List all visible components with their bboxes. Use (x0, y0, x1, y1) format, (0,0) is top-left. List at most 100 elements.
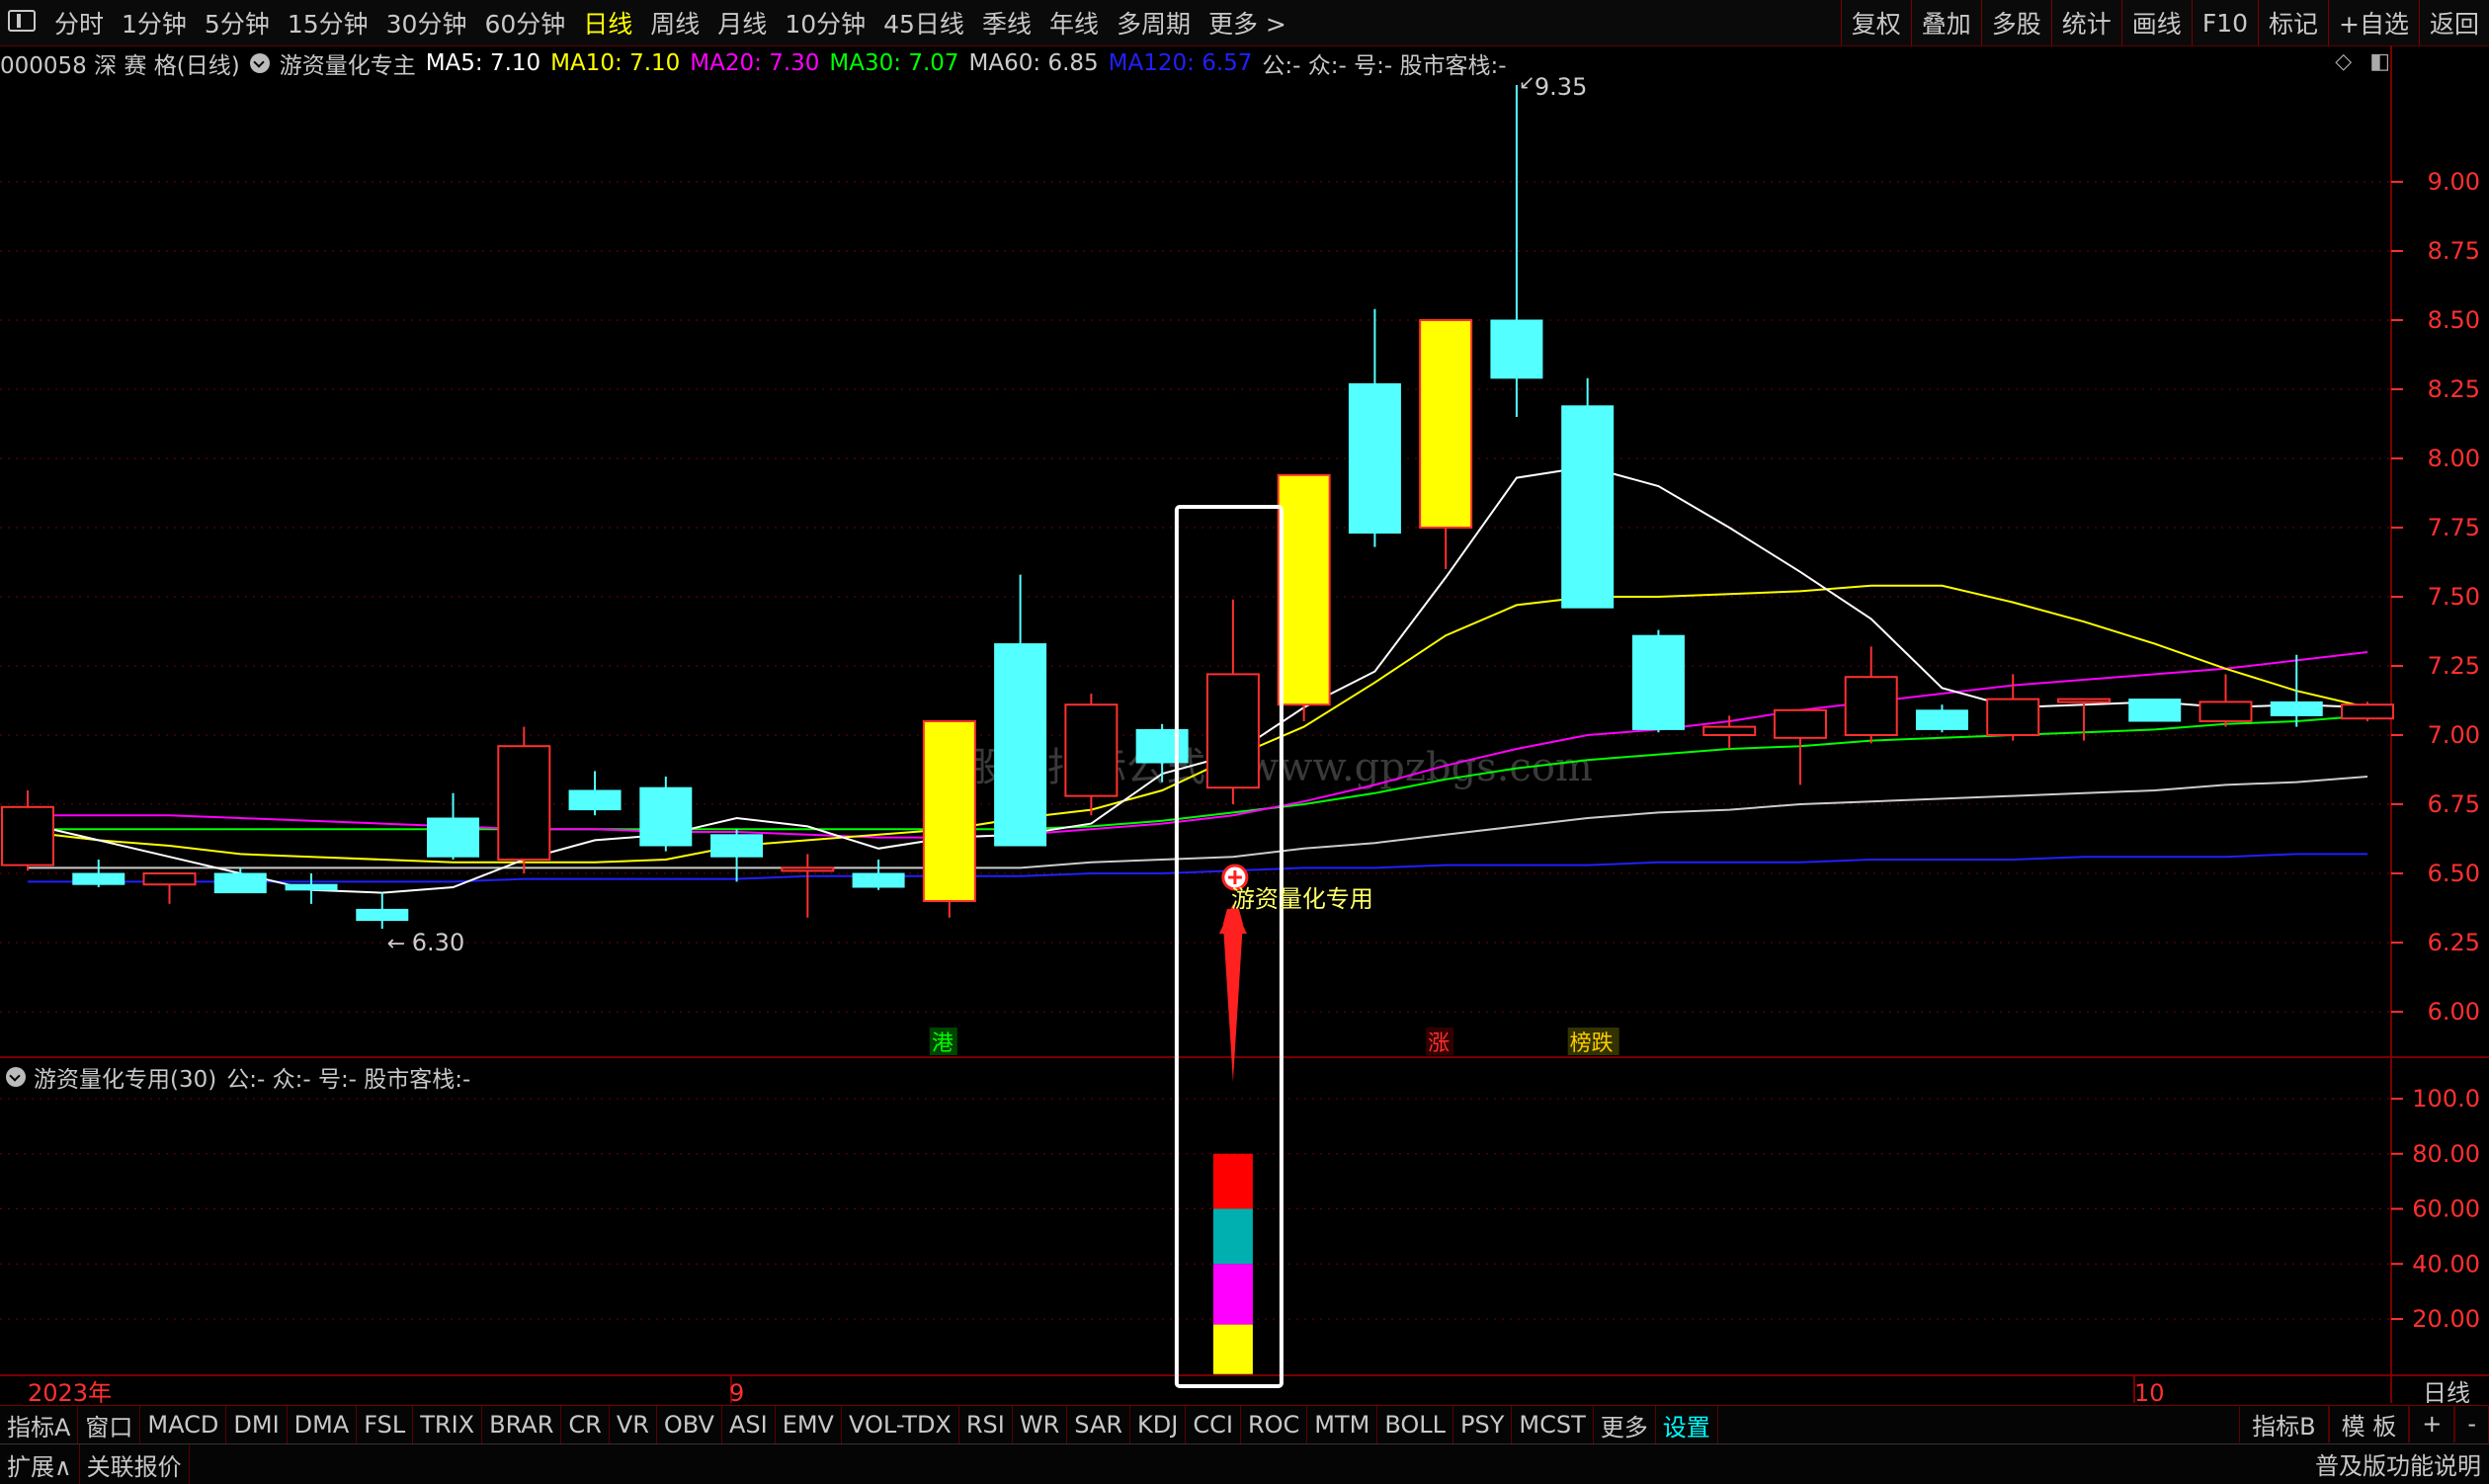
kline-chart[interactable]: 9.00 8.75 8.50 8.25 8.00 7.75 7.50 7.25 7.00 6.75… (0, 0, 2489, 1403)
indicator-tab[interactable]: CCI (1186, 1406, 1241, 1443)
status-tab[interactable]: 扩展∧ (0, 1444, 80, 1484)
price-axis-label: 6.00 (2428, 998, 2480, 1026)
sub-indicator-title[interactable]: 游资量化专用(30) (34, 1060, 216, 1094)
indicator-tab[interactable]: RSI (959, 1406, 1013, 1443)
candle-body-up (1, 805, 54, 866)
indicator-tab-right[interactable]: - (2454, 1405, 2489, 1443)
indicator-tab[interactable]: EMV (776, 1406, 842, 1443)
candle-body-down (2128, 699, 2182, 722)
candle-body-up (1064, 703, 1119, 797)
signal-bar-segment (1212, 1324, 1253, 1374)
candle-body-down (213, 872, 267, 894)
indicator-tab[interactable]: OBV (657, 1406, 722, 1443)
status-tab[interactable]: 关联报价 (80, 1444, 190, 1484)
candle-body-up (1702, 725, 1757, 736)
price-axis-label: 6.75 (2428, 790, 2480, 818)
price-axis-label: 6.25 (2428, 929, 2480, 956)
candle-body-up (497, 745, 551, 862)
sub-info-bar: 游资量化专用(30) 公:- 众:- 号:- 股市客栈:- (0, 1059, 470, 1095)
signal-bar-segment (1212, 1153, 1253, 1209)
candle-body-down (1135, 728, 1189, 764)
indicator-tab[interactable]: MACD (140, 1406, 227, 1443)
candle-body-down (994, 643, 1047, 847)
year-label: 2023年 (28, 1379, 112, 1403)
signal-bar-segment (1212, 1208, 1253, 1265)
help-link[interactable]: 普及版功能说明 (2315, 1446, 2481, 1481)
candle-body-up (1986, 698, 2040, 736)
indicator-tab[interactable]: FSL (357, 1406, 414, 1443)
candle-body-down (568, 789, 622, 811)
indicator-tab[interactable]: 指标A (0, 1406, 79, 1443)
price-axis-label: 6.50 (2428, 860, 2480, 887)
price-axis-label: 8.25 (2428, 375, 2480, 403)
candle-body-down (1915, 709, 1968, 730)
indicator-tab-right[interactable]: 模 板 (2328, 1405, 2410, 1443)
candle-body-up (1844, 676, 1898, 737)
status-bar-right: 普及版功能说明 (2315, 1443, 2489, 1483)
price-axis-label: 8.75 (2428, 237, 2480, 265)
indicator-tab[interactable]: MCST (1512, 1406, 1594, 1443)
price-axis-label: 7.00 (2428, 721, 2480, 749)
candle-body-up (1773, 708, 1827, 739)
indicator-tab[interactable]: 设置 (1656, 1406, 1718, 1443)
low-label: 6.30 (412, 929, 464, 956)
indicator-tab[interactable]: SAR (1067, 1406, 1131, 1443)
candle-body-up (2056, 698, 2111, 703)
signal-bar-segment (1212, 1264, 1253, 1325)
indicator-tab[interactable]: BRAR (482, 1406, 562, 1443)
month-label: 10 (2134, 1379, 2165, 1403)
event-tag: 涨 (1428, 1031, 1450, 1056)
candle-body-down (1561, 405, 1615, 609)
indicator-tab-right[interactable]: + (2409, 1405, 2455, 1443)
sub-indicator-dropdown-icon[interactable] (6, 1067, 26, 1087)
sub-axis-label: 80.00 (2412, 1140, 2480, 1168)
indicator-tab[interactable]: WR (1013, 1406, 1068, 1443)
candle-body-down (285, 883, 338, 891)
indicator-tab[interactable]: 窗口 (78, 1406, 141, 1443)
candle-body-up (1205, 673, 1260, 789)
candle-body-down (1348, 382, 1401, 535)
low-arrow: ← (387, 932, 405, 956)
indicator-tab[interactable]: VR (610, 1406, 657, 1443)
indicator-tab-right[interactable]: 指标B (2239, 1405, 2329, 1443)
indicator-tab[interactable]: 更多 (1594, 1406, 1656, 1443)
candle-body-signal (1277, 473, 1331, 706)
candle-body-down (1631, 634, 1685, 730)
candle-body-down (72, 872, 125, 885)
indicator-tab[interactable]: MTM (1307, 1406, 1378, 1443)
price-axis-label: 7.50 (2428, 583, 2480, 611)
event-tag: 榜跌 (1570, 1031, 1614, 1056)
candle-body-down (710, 834, 764, 858)
price-axis-label: 7.75 (2428, 514, 2480, 541)
indicator-tab[interactable]: TRIX (413, 1406, 483, 1443)
indicator-tabs: 指标A 窗口 MACD DMI DMA FSL TRIX BRAR CR VR OBV ASI EMV V… (0, 1405, 2489, 1443)
sub-info-tail: 公:- 众:- 号:- 股市客栈:- (226, 1067, 471, 1093)
signal-arrow (1222, 909, 1243, 1082)
candle-body-down (639, 786, 693, 847)
sub-axis-label: 20.00 (2412, 1305, 2480, 1333)
indicator-tab[interactable]: BOLL (1377, 1406, 1454, 1443)
candle-body-up (2341, 703, 2394, 720)
candle-body-down (427, 817, 480, 858)
candle-body-down (852, 872, 905, 888)
price-axis-label: 9.00 (2428, 168, 2480, 196)
indicator-tab[interactable]: ROC (1241, 1406, 1308, 1443)
indicator-tab[interactable]: CR (561, 1406, 610, 1443)
high-label: 9.35 (1535, 73, 1587, 101)
event-tag: 港 (932, 1031, 954, 1056)
indicator-tab[interactable]: DMI (226, 1406, 288, 1443)
indicator-tab[interactable]: ASI (722, 1406, 776, 1443)
period-label: 日线 (2423, 1379, 2470, 1403)
candle-body-down (356, 908, 409, 922)
candle-body-down (2270, 701, 2323, 716)
indicator-tab[interactable]: DMA (288, 1406, 358, 1443)
indicator-tabs-right: 指标B 模 板 + - (2239, 1405, 2489, 1443)
month-label: 9 (729, 1379, 744, 1403)
indicator-tab[interactable]: PSY (1453, 1406, 1513, 1443)
candle-body-down (1490, 319, 1543, 379)
sub-axis-label: 100.0 (2412, 1085, 2480, 1113)
signal-label: 游资量化专用 (1231, 885, 1373, 913)
indicator-tab[interactable]: VOL-TDX (842, 1406, 959, 1443)
price-axis-label: 7.25 (2428, 652, 2480, 680)
indicator-tab[interactable]: KDJ (1130, 1406, 1187, 1443)
